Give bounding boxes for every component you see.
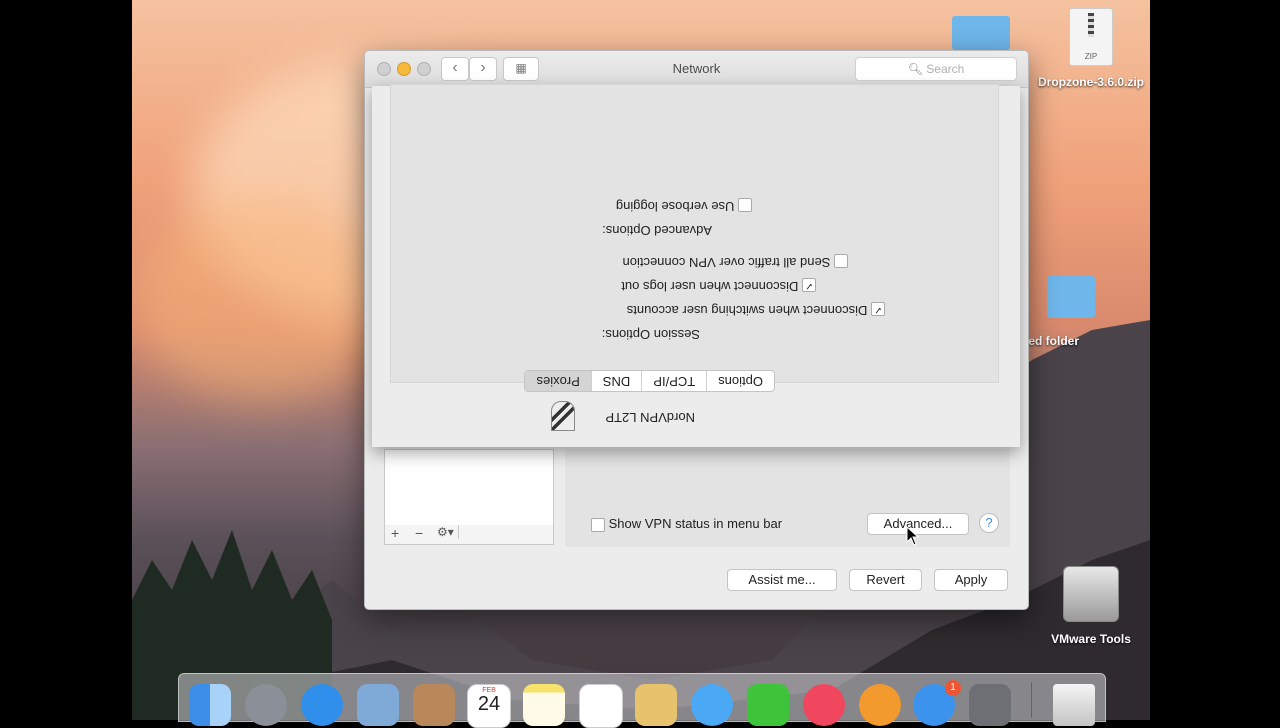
logout-label: Disconnect when user logs out	[621, 279, 799, 294]
folder-name: led folder	[1025, 334, 1080, 348]
sheet-tabs: Options TCP/IP DNS Proxies	[524, 370, 775, 392]
show-vpn-status-option[interactable]: Show VPN status in menu bar	[591, 516, 782, 532]
folder-icon	[1047, 276, 1095, 318]
verbose-logging-label: Use verbose logging	[615, 199, 735, 214]
title-bar[interactable]: ‹ › ▦ Network 🔍︎ Search	[365, 51, 1028, 88]
help-button[interactable]: ?	[979, 513, 999, 533]
assist-me-button[interactable]: Assist me...	[727, 569, 837, 591]
logout-checkbox[interactable]: ✓	[802, 278, 816, 293]
show-vpn-status-label: Show VPN status in menu bar	[608, 516, 783, 531]
advanced-sheet: NordVPN L2TP Options TCP/IP DNS Proxies …	[372, 84, 1020, 447]
tab-dns[interactable]: DNS	[591, 371, 643, 391]
app-store-badge: 1	[945, 680, 961, 696]
tab-proxies[interactable]: Proxies	[525, 371, 592, 391]
show-vpn-status-checkbox[interactable]	[591, 517, 605, 532]
remove-service-button[interactable]: −	[415, 525, 423, 541]
calendar-day: 24	[477, 693, 501, 715]
advanced-option-verbose-logging[interactable]: Use verbose logging	[616, 198, 752, 214]
service-list[interactable]	[384, 449, 554, 527]
tab-options[interactable]: Options	[707, 371, 774, 391]
search-icon: 🔍︎	[907, 62, 923, 76]
vpn-service-icon	[551, 401, 575, 431]
vmware-tools-icon	[1063, 566, 1119, 622]
search-field[interactable]: 🔍︎ Search	[855, 57, 1017, 81]
add-service-button[interactable]: +	[391, 525, 399, 541]
service-list-toolbar: + − ⚙▾	[384, 525, 554, 545]
all-traffic-checkbox[interactable]	[834, 254, 848, 269]
session-option-all-traffic[interactable]: Send all traffic over VPN connection	[622, 254, 848, 270]
desktop-folder-icon[interactable]	[952, 16, 1014, 50]
zip-file-name: Dropzone-3.6.0.zip	[1037, 75, 1144, 89]
service-name: NordVPN L2TP	[605, 410, 695, 425]
advanced-sheet-content: NordVPN L2TP Options TCP/IP DNS Proxies …	[372, 84, 1020, 447]
desktop-vmware-tools[interactable]: VMware Tools	[1044, 566, 1138, 646]
options-pane: Options TCP/IP DNS Proxies Session Optio…	[390, 84, 999, 392]
service-detail-pane: Show VPN status in menu bar Advanced... …	[565, 449, 1010, 547]
switch-user-label: Disconnect when switching user accounts	[626, 303, 868, 318]
zip-icon-badge: ZIP	[1084, 52, 1098, 61]
reminders-icon[interactable]	[579, 684, 623, 728]
folder-icon	[952, 16, 1010, 50]
session-options-label: Session Options:	[601, 327, 700, 342]
mouse-cursor	[906, 526, 920, 546]
service-header: NordVPN L2TP	[545, 401, 695, 431]
zip-file-icon: ZIP	[1069, 8, 1113, 66]
revert-button[interactable]: Revert	[849, 569, 922, 591]
switch-user-checkbox[interactable]: ✓	[871, 302, 885, 317]
search-placeholder: Search	[926, 62, 965, 76]
session-option-logout[interactable]: ✓ Disconnect when user logs out	[621, 278, 816, 294]
gear-menu-button[interactable]: ⚙▾	[437, 525, 459, 539]
tab-tcpip[interactable]: TCP/IP	[642, 371, 708, 391]
desktop-zip-file[interactable]: ZIP Dropzone-3.6.0.zip	[1036, 8, 1146, 90]
dock-divider	[1031, 682, 1032, 718]
verbose-logging-checkbox[interactable]	[738, 198, 752, 213]
calendar-icon[interactable]: FEB 24	[467, 684, 511, 728]
apply-button[interactable]: Apply	[934, 569, 1008, 591]
session-option-switch-user[interactable]: ✓ Disconnect when switching user account…	[627, 302, 885, 318]
vmware-tools-label: VMware Tools	[1051, 632, 1131, 646]
desktop-new-folder[interactable]: led folder	[1025, 276, 1115, 348]
all-traffic-label: Send all traffic over VPN connection	[622, 255, 831, 270]
dock: FEB 24 1	[178, 673, 1106, 728]
advanced-options-label: Advanced Options:	[602, 223, 712, 238]
